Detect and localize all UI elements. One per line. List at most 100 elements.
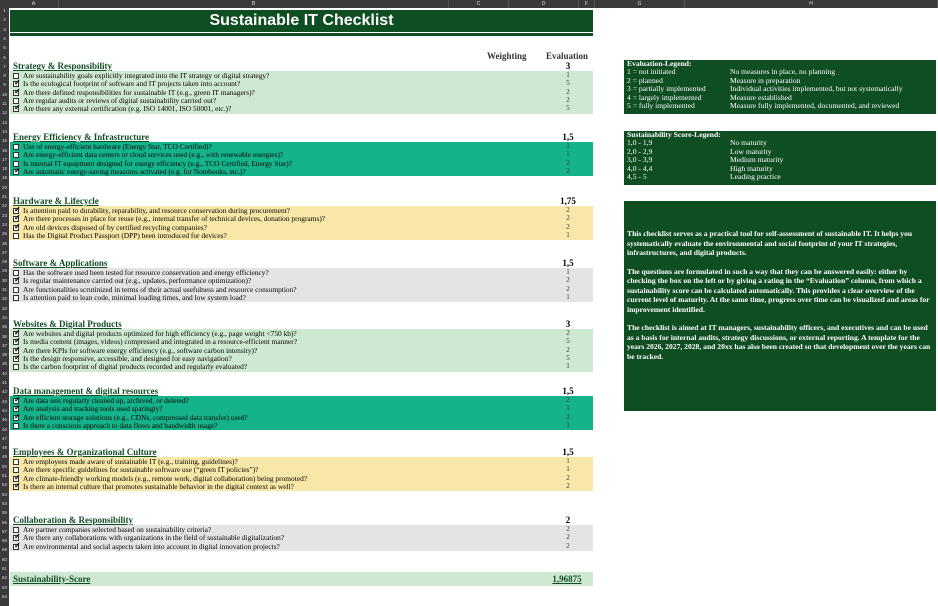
row-number[interactable]: 28 xyxy=(0,259,9,264)
row-number[interactable]: 61 xyxy=(0,566,9,571)
evaluation-header[interactable]: Evaluation xyxy=(546,51,588,61)
row-number[interactable]: 6 xyxy=(0,55,9,60)
row-number[interactable]: 52 xyxy=(0,482,9,487)
checkbox-checked[interactable] xyxy=(13,88,21,96)
row-number[interactable]: 26 xyxy=(0,241,9,246)
section-score[interactable]: 1,5 xyxy=(540,447,596,457)
checkbox-checked[interactable] xyxy=(13,404,21,413)
row-number[interactable]: 18 xyxy=(0,166,9,171)
weighting-header[interactable]: Weighting xyxy=(487,51,527,61)
section-score[interactable]: 1,5 xyxy=(540,258,596,268)
checkbox-unchecked[interactable] xyxy=(13,97,19,104)
checklist-question[interactable]: Are automatic energy-saving measures act… xyxy=(23,167,246,176)
row-number[interactable]: 62 xyxy=(0,575,9,580)
row-number[interactable]: 44 xyxy=(0,408,9,413)
checkbox-checked[interactable] xyxy=(13,474,21,482)
row-number[interactable]: 7 xyxy=(0,64,9,69)
checkbox-checked[interactable] xyxy=(13,214,21,223)
section-score[interactable]: 1,75 xyxy=(540,196,596,206)
checkbox-checked[interactable] xyxy=(13,223,21,231)
checkbox-checked[interactable] xyxy=(13,206,21,214)
row-number[interactable]: 12 xyxy=(0,110,9,115)
checkbox-unchecked[interactable] xyxy=(13,73,19,79)
row-number[interactable]: 13 xyxy=(0,120,9,125)
row-number[interactable]: 3 xyxy=(0,27,9,32)
row-number[interactable]: 4 xyxy=(0,36,9,41)
checkbox-checked[interactable] xyxy=(13,276,21,285)
evaluation-cell[interactable]: 2 xyxy=(540,167,596,176)
evaluation-cell[interactable]: 2 xyxy=(540,482,596,491)
section-score[interactable]: 3 xyxy=(540,319,596,329)
row-number[interactable]: 41 xyxy=(0,380,9,385)
row-number[interactable]: 27 xyxy=(0,250,9,255)
row-number[interactable]: 58 xyxy=(0,538,9,543)
row-number[interactable]: 64 xyxy=(0,594,9,599)
row-number[interactable]: 9 xyxy=(0,82,9,87)
checkbox-unchecked[interactable] xyxy=(13,467,19,474)
checkbox-checked[interactable] xyxy=(13,167,21,175)
row-number[interactable]: 33 xyxy=(0,306,9,311)
checkbox-unchecked[interactable] xyxy=(13,527,19,533)
row-number[interactable]: 53 xyxy=(0,492,9,497)
legend-key[interactable]: 4,5 - 5 xyxy=(627,172,647,181)
row-number[interactable]: 29 xyxy=(0,268,9,273)
section-title[interactable]: Hardware & Lifecycle xyxy=(13,196,99,206)
checkbox-checked[interactable] xyxy=(13,482,21,490)
evaluation-cell[interactable]: 1 xyxy=(540,362,596,371)
row-number[interactable]: 5 xyxy=(0,45,9,50)
checkbox-unchecked[interactable] xyxy=(13,270,19,276)
checkbox-unchecked[interactable] xyxy=(13,364,19,371)
section-title[interactable]: Strategy & Responsibility xyxy=(13,61,112,71)
row-number[interactable]: 15 xyxy=(0,138,9,143)
sheet-title[interactable]: Sustainable IT Checklist xyxy=(10,10,593,32)
row-number[interactable]: 17 xyxy=(0,157,9,162)
legend-value[interactable]: Leading practice xyxy=(730,172,781,181)
checkbox-unchecked[interactable] xyxy=(13,144,19,150)
row-number[interactable]: 14 xyxy=(0,129,9,134)
column-header-6[interactable]: H xyxy=(685,0,938,8)
column-header-4[interactable]: F xyxy=(579,0,595,8)
row-number[interactable]: 47 xyxy=(0,436,9,441)
checklist-question[interactable]: Is the carbon footprint of digital produ… xyxy=(23,362,247,371)
row-number[interactable]: 40 xyxy=(0,371,9,376)
row-number[interactable]: 35 xyxy=(0,324,9,329)
section-score[interactable]: 1,5 xyxy=(540,386,596,396)
row-number[interactable]: 51 xyxy=(0,473,9,478)
checklist-question[interactable]: Are environmental and social aspects tak… xyxy=(23,542,280,551)
checklist-question[interactable]: Has the Digital Product Passport (DPP) b… xyxy=(23,231,227,240)
evaluation-cell[interactable]: 1 xyxy=(540,421,596,430)
legend-value[interactable]: Measure fully implemented, documented, a… xyxy=(730,101,899,110)
sustainability-score-label[interactable]: Sustainability-Score xyxy=(13,574,90,584)
column-header-1[interactable]: B xyxy=(59,0,449,8)
row-number[interactable]: 22 xyxy=(0,203,9,208)
row-number[interactable]: 24 xyxy=(0,222,9,227)
row-number[interactable]: 55 xyxy=(0,510,9,515)
row-number[interactable]: 57 xyxy=(0,529,9,534)
row-number[interactable]: 46 xyxy=(0,427,9,432)
checkbox-unchecked[interactable] xyxy=(13,422,19,429)
column-header-3[interactable]: D xyxy=(509,0,579,8)
evaluation-cell[interactable]: 1 xyxy=(540,293,596,302)
sustainability-score-value[interactable]: 1,96875 xyxy=(535,574,599,584)
row-number[interactable]: 25 xyxy=(0,231,9,236)
evaluation-cell[interactable]: 5 xyxy=(540,104,596,113)
checkbox-unchecked[interactable] xyxy=(13,160,19,167)
evaluation-cell[interactable]: 1 xyxy=(540,231,596,240)
row-number[interactable]: 48 xyxy=(0,445,9,450)
row-number[interactable]: 59 xyxy=(0,547,9,552)
section-title[interactable]: Employees & Organizational Culture xyxy=(13,447,157,457)
row-number[interactable]: 60 xyxy=(0,557,9,562)
section-title[interactable]: Websites & Digital Products xyxy=(13,319,122,329)
row-number[interactable]: 11 xyxy=(0,101,9,106)
checkbox-unchecked[interactable] xyxy=(13,232,19,239)
section-score[interactable]: 3 xyxy=(540,61,596,71)
checkbox-checked[interactable] xyxy=(13,542,21,550)
row-number[interactable]: 63 xyxy=(0,585,9,590)
checkbox-checked[interactable] xyxy=(13,533,21,542)
checkbox-checked[interactable] xyxy=(13,413,21,421)
checkbox-checked[interactable] xyxy=(13,396,21,404)
row-number[interactable]: 2 xyxy=(0,17,9,22)
row-number[interactable]: 43 xyxy=(0,399,9,404)
checkbox-unchecked[interactable] xyxy=(13,459,19,465)
row-number[interactable]: 16 xyxy=(0,148,9,153)
